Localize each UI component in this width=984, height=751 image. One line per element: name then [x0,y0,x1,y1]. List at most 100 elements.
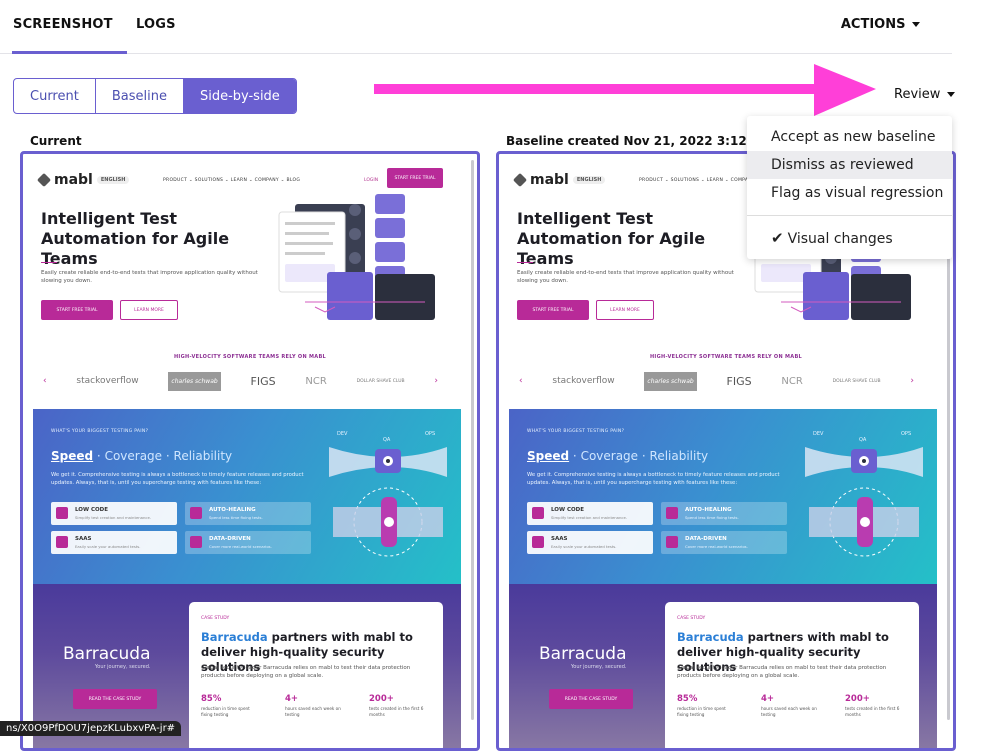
actions-menu-button[interactable]: ACTIONS [841,17,920,32]
hero-illustration [278,194,435,320]
menu-item-visual-changes-label: Visual changes [787,231,893,247]
view-mode-toggle: Current Baseline Side-by-side [13,78,297,114]
testing-pain-section: WHAT'S YOUR BIGGEST TESTING PAIN? Speed … [509,409,937,584]
pain-tab-speed: Speed [527,449,570,463]
logo-figs: FIGS [250,374,276,388]
pain-tab-reliability: Reliability [649,449,709,463]
logo-ncr: NCR [305,375,327,387]
code-icon [532,507,544,519]
pipeline-qa-label: QA [859,437,867,443]
feature-card: AUTO-HEALING Spend less time fixing tests… [661,502,787,525]
hero-text: Easily create reliable end-to-end tests … [41,270,258,284]
case-stat: 4+ hours saved each week on testing [761,694,817,717]
hero-start-button: START FREE TRIAL [517,300,589,320]
logo-stackoverflow: stackoverflow [76,376,139,386]
case-kicker: CASE STUDY [201,616,230,621]
hero-divider [517,262,533,263]
pain-tab-coverage: Coverage [104,449,163,463]
case-text: Global security leader Barracuda relies … [677,665,887,679]
hero-learn-button: LEARN MORE [120,300,178,320]
pain-text: We get it. Comprehensive testing is alwa… [527,472,780,486]
healing-icon [190,507,202,519]
status-url: ns/X0O9PfDOU7jepzKLubxvPA-jr# [0,721,182,736]
pain-tab-reliability: Reliability [173,449,233,463]
menu-item-visual-changes[interactable]: ✔ Visual changes [747,224,952,252]
menu-item-dismiss-reviewed[interactable]: Dismiss as reviewed [747,151,952,179]
logo-stackoverflow: stackoverflow [552,376,615,386]
site-trial-button: START FREE TRIAL [387,168,443,188]
panel-scrollbar[interactable] [471,160,474,720]
hero-title: Intelligent Test Automation for Agile Te… [41,209,230,268]
pain-tabs: Speed · Coverage · Reliability [527,449,709,463]
healing-icon [666,507,678,519]
barracuda-logo: Barracuda Your journey, secured. [539,644,627,670]
feature-card: LOW CODE Simplify test creation and maint… [527,502,653,525]
pain-kicker: WHAT'S YOUR BIGGEST TESTING PAIN? [527,429,625,434]
top-tab-bar: SCREENSHOT LOGS ACTIONS [0,0,952,54]
current-panel-label: Current [30,134,82,148]
actions-label: ACTIONS [840,17,906,32]
code-icon [56,507,68,519]
customer-logos: ‹ stackoverflow charles schwab FIGS NCR … [519,368,914,394]
logo-dsc: DOLLAR SHAVE CLUB [356,378,405,384]
view-baseline-button[interactable]: Baseline [96,79,184,113]
checkmark-icon: ✔ [771,229,784,247]
logo-schwab: charles schwab [168,371,221,391]
case-kicker: CASE STUDY [677,616,706,621]
caret-down-icon [946,92,955,97]
feature-card: LOW CODE Simplify test creation and maint… [51,502,177,525]
pipeline-ops-label: OPS [425,431,435,437]
chart-icon [190,536,202,548]
case-stat: 4+ hours saved each week on testing [285,694,341,717]
hero-divider [41,262,57,263]
view-side-by-side-button[interactable]: Side-by-side [183,79,296,113]
feature-card: DATA-DRIVEN Cover more real-world scenari… [661,531,787,554]
tab-logs[interactable]: LOGS [136,17,176,32]
teams-heading: HIGH-VELOCITY SOFTWARE TEAMS RELY ON MAB… [173,354,327,360]
customer-logos: ‹ stackoverflow charles schwab FIGS NCR … [43,368,438,394]
logo-figs: FIGS [726,374,752,388]
tab-screenshot[interactable]: SCREENSHOT [12,17,127,54]
cloud-icon [56,536,68,548]
teams-heading: HIGH-VELOCITY SOFTWARE TEAMS RELY ON MAB… [649,354,803,360]
menu-divider [747,215,952,216]
site-nav-links: PRODUCT ⌄ SOLUTIONS ⌄ LEARN ⌄ COMPANY ⌄ … [163,178,301,183]
chevron-left-icon: ‹ [519,376,523,386]
barracuda-logo: Barracuda Your journey, secured. [63,644,151,670]
current-screenshot-panel[interactable]: mabl ENGLISH PRODUCT ⌄ SOLUTIONS ⌄ LEARN … [20,151,480,751]
case-stat: 200+ tests created in the first 6 months [369,694,424,717]
review-dropdown-menu: Accept as new baseline Dismiss as review… [747,116,952,259]
view-current-button[interactable]: Current [14,79,96,113]
chart-icon [666,536,678,548]
case-study-card: CASE STUDY Barracuda partners with mabl … [665,602,919,748]
pipeline-illustration: DEV QA OPS [805,431,923,557]
case-text: Global security leader Barracuda relies … [201,665,411,679]
chevron-left-icon: ‹ [43,376,47,386]
testing-pain-section: WHAT'S YOUR BIGGEST TESTING PAIN? Speed … [33,409,461,584]
menu-item-accept-baseline[interactable]: Accept as new baseline [747,123,952,151]
pain-text: We get it. Comprehensive testing is alwa… [51,472,304,486]
menu-item-flag-regression[interactable]: Flag as visual regression [747,179,952,207]
pipeline-dev-label: DEV [813,431,824,437]
hero-title: Intelligent Test Automation for Agile Te… [517,209,706,268]
chevron-right-icon: › [910,376,914,386]
logo-ncr: NCR [781,375,803,387]
site-login-link: LOGIN [364,178,379,183]
hero-learn-button: LEARN MORE [596,300,654,320]
feature-card: AUTO-HEALING Spend less time fixing tests… [185,502,311,525]
review-label: Review [894,87,941,102]
feature-card: SAAS Easily scale your automated tests. [51,531,177,554]
pipeline-illustration: DEV QA OPS [329,431,447,557]
hero-text: Easily create reliable end-to-end tests … [517,270,734,284]
pain-tabs: Speed · Coverage · Reliability [51,449,233,463]
case-stat: 200+ tests created in the first 6 months [845,694,900,717]
feature-card: DATA-DRIVEN Cover more real-world scenari… [185,531,311,554]
case-study-card: CASE STUDY Barracuda partners with mabl … [189,602,443,748]
mabl-logo-icon [36,172,52,188]
mabl-logo: mabl ENGLISH [512,172,606,188]
cloud-icon [532,536,544,548]
logo-dsc: DOLLAR SHAVE CLUB [832,378,881,384]
pointer-arrow-icon [374,64,876,116]
review-dropdown-button[interactable]: Review [894,87,955,102]
mabl-logo: mabl ENGLISH [36,172,130,188]
